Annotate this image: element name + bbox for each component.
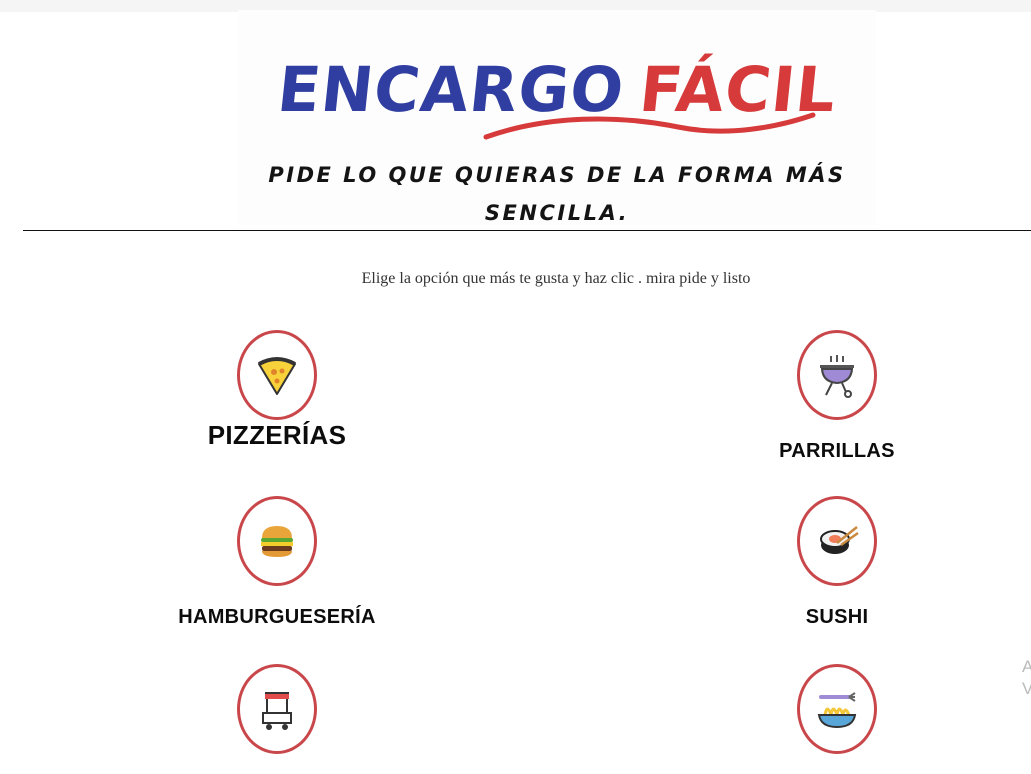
header-banner: ENCARGO FÁCIL PIDE LO QUE QUIERAS DE LA F…	[238, 10, 876, 225]
category-hamburgueseria[interactable]: HAMBURGUESERÍA	[157, 496, 397, 629]
category-icon-circle[interactable]	[797, 664, 877, 754]
grill-icon	[820, 355, 854, 398]
category-noodles[interactable]	[717, 664, 957, 774]
tagline-line-2: SENCILLA.	[484, 201, 630, 225]
instruction-text: Elige la opción que más te gusta y haz c…	[361, 270, 751, 287]
clipped-text-line-2: V	[1022, 679, 1031, 698]
category-food-cart[interactable]	[157, 664, 397, 774]
clipped-text-line-1: A	[1022, 657, 1031, 676]
brand-tagline: PIDE LO QUE QUIERAS DE LA FORMA MÁS SENC…	[258, 156, 856, 232]
category-label[interactable]: PARRILLAS	[717, 440, 957, 463]
category-parrillas[interactable]: PARRILLAS	[717, 330, 957, 463]
category-pizzerias[interactable]: PIZZERÍAS	[157, 330, 397, 451]
burger-icon	[261, 526, 293, 557]
category-icon-circle[interactable]	[797, 330, 877, 420]
category-icon-circle[interactable]	[237, 330, 317, 420]
category-label[interactable]: SUSHI	[717, 606, 957, 629]
category-icon-circle[interactable]	[797, 496, 877, 586]
category-sushi[interactable]: SUSHI	[717, 496, 957, 629]
header-divider	[23, 230, 1031, 231]
category-label[interactable]: HAMBURGUESERÍA	[157, 606, 397, 629]
clipped-edge-text: A V	[1022, 656, 1031, 700]
pizza-slice-icon	[258, 357, 296, 395]
food-cart-icon	[262, 692, 292, 730]
noodles-icon	[817, 692, 857, 729]
tagline-line-1: PIDE LO QUE QUIERAS DE LA FORMA MÁS	[268, 163, 846, 187]
sushi-icon	[820, 526, 859, 554]
category-icon-circle[interactable]	[237, 496, 317, 586]
category-label[interactable]: PIZZERÍAS	[157, 420, 397, 451]
logo-swoosh	[483, 112, 816, 140]
category-icon-circle[interactable]	[237, 664, 317, 754]
